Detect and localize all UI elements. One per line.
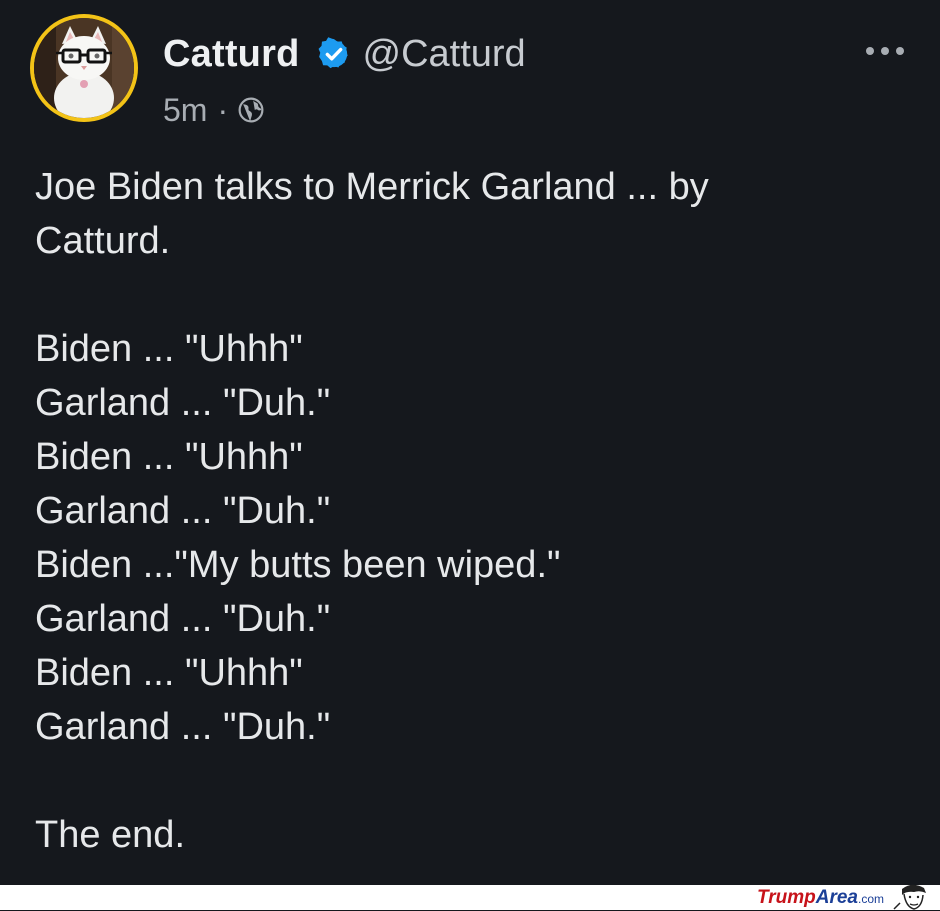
dialogue-line: Biden ... "Uhhh" — [35, 436, 303, 478]
display-name[interactable]: Catturd — [163, 33, 300, 76]
avatar[interactable] — [30, 14, 138, 122]
post-time[interactable]: 5m — [163, 92, 207, 129]
verified-badge-icon — [318, 37, 348, 69]
post-header: Catturd @Catturd 5m · — [163, 30, 526, 128]
user-handle[interactable]: @Catturd — [363, 33, 526, 76]
dialogue-line: Biden ..."My butts been wiped." — [35, 544, 561, 586]
dialogue-line: Garland ... "Duh." — [35, 706, 331, 748]
post-intro-line: Catturd. — [35, 220, 171, 262]
name-row: Catturd @Catturd — [163, 30, 526, 78]
watermark-bar: TrumpArea.com — [0, 884, 940, 910]
avatar-cat-image — [34, 18, 134, 118]
post-ending: The end. — [35, 814, 185, 856]
caricature-face-icon — [893, 884, 926, 910]
post-body: Joe Biden talks to Merrick Garland ... b… — [35, 160, 915, 862]
watermark-part: .com — [857, 892, 884, 906]
watermark-logo: TrumpArea.com — [757, 887, 884, 909]
more-dot — [896, 47, 904, 55]
globe-icon — [238, 97, 264, 123]
dialogue-line: Garland ... "Duh." — [35, 490, 331, 532]
dialogue-line: Garland ... "Duh." — [35, 382, 331, 424]
dialogue-line: Garland ... "Duh." — [35, 598, 331, 640]
meta-separator: · — [217, 91, 229, 128]
dialogue-line: Biden ... "Uhhh" — [35, 652, 303, 694]
more-options-icon[interactable] — [866, 44, 904, 58]
dialogue-line: Biden ... "Uhhh" — [35, 328, 303, 370]
more-dot — [881, 47, 889, 55]
watermark-part: Trump — [756, 887, 816, 908]
more-dot — [866, 47, 874, 55]
post-card: Catturd @Catturd 5m · Joe Biden talks to… — [0, 0, 940, 885]
post-intro-line: Joe Biden talks to Merrick Garland ... b… — [35, 166, 709, 208]
watermark-part: Area — [815, 887, 858, 908]
meta-row: 5m · — [163, 92, 526, 128]
